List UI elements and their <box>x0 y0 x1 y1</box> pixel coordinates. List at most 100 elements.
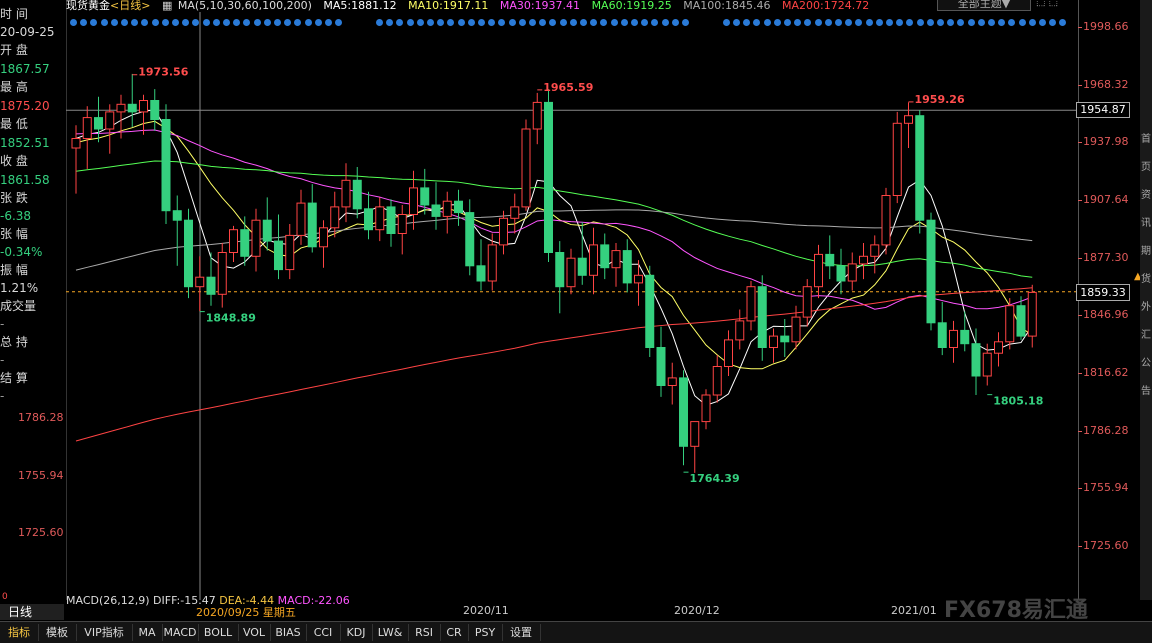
right-strip-item[interactable]: 讯 <box>1140 214 1152 229</box>
period-button-label: 日线 <box>8 605 33 619</box>
candle-body <box>611 250 621 269</box>
candle-body <box>577 257 587 276</box>
y-tick-label: 1816.62 <box>1083 365 1129 379</box>
right-strip-item[interactable]: 页 <box>1140 158 1152 173</box>
indicator-tab[interactable]: CCI <box>306 624 341 641</box>
right-strip-item[interactable]: 资 <box>1140 186 1152 201</box>
candle-body <box>544 101 553 254</box>
candle-body <box>769 335 778 349</box>
indicator-tab[interactable]: 设置 <box>502 624 541 641</box>
y-tick-mark <box>1078 545 1082 547</box>
period-button[interactable]: 日线 <box>0 604 64 620</box>
extreme-label: 1973.56 <box>138 66 188 79</box>
right-strip-item[interactable]: 首 <box>1140 130 1152 145</box>
candle-body <box>150 100 160 120</box>
candle-body <box>397 214 407 234</box>
candle-body <box>701 394 711 423</box>
candle-body <box>375 206 385 231</box>
candle-body <box>960 329 970 345</box>
candle-body <box>802 286 812 318</box>
candle-body <box>172 210 182 221</box>
candle-body <box>566 257 576 288</box>
candle-body <box>994 341 1003 354</box>
candle-body <box>521 128 531 208</box>
candle-body <box>206 276 216 295</box>
candle-body <box>791 316 801 343</box>
indicator-tab[interactable]: 指标 <box>0 624 39 641</box>
candle-body <box>409 187 418 215</box>
candle-body <box>454 200 463 214</box>
right-strip-item[interactable]: 期 <box>1140 242 1152 257</box>
y-tick-mark <box>1078 430 1082 432</box>
y-tick-label: 1907.64 <box>1083 192 1129 206</box>
candle-body <box>746 286 756 322</box>
right-strip-item[interactable]: 公 <box>1140 354 1152 369</box>
candle-body <box>71 138 81 149</box>
candle-body <box>1005 305 1015 343</box>
date-axis: 2020/11 2020/12 2021/01 <box>66 604 1078 618</box>
indicator-tab[interactable]: PSY <box>468 624 503 641</box>
candle-body <box>82 117 92 139</box>
indicator-tab[interactable]: MACD <box>162 624 199 641</box>
right-strip-item[interactable]: 外 <box>1140 298 1152 313</box>
indicator-tabs: 指标 模板 VIP指标 MA MACD BOLL VOL BIAS CCI KDJ LW& RSI CR… <box>0 621 1152 643</box>
extreme-label: 1959.26 <box>915 93 965 106</box>
candle-body <box>532 101 542 130</box>
candle-body <box>274 240 283 271</box>
candle-body <box>735 320 745 341</box>
right-strip-item[interactable]: 汇 <box>1140 326 1152 341</box>
candle-body <box>262 219 272 242</box>
candle-body <box>622 250 632 284</box>
y-tick-label: 1998.66 <box>1083 20 1129 34</box>
indicator-tab[interactable]: BOLL <box>198 624 239 641</box>
indicator-tab[interactable]: RSI <box>408 624 441 641</box>
y-tick-mark <box>1078 199 1082 201</box>
candle-body <box>139 100 148 113</box>
candle-body <box>859 255 868 265</box>
candle-body <box>926 219 936 324</box>
candle-body <box>847 263 857 282</box>
candle-body <box>487 244 497 282</box>
candle-body <box>712 366 722 396</box>
indicator-tab[interactable]: MA <box>132 624 163 641</box>
extreme-label: 1848.89 <box>206 312 256 325</box>
candle-body <box>420 187 430 206</box>
candle-body <box>949 329 958 348</box>
candle-body <box>679 377 688 447</box>
x-tick-label: 2020/12 <box>674 604 720 617</box>
candle-body <box>319 227 328 248</box>
right-side-strip[interactable]: 首页资讯期货外汇公告 <box>1140 0 1152 600</box>
candle-body <box>442 200 452 217</box>
y-tick-mark <box>1078 315 1082 317</box>
y-tick-label: 1786.28 <box>1083 423 1129 437</box>
right-strip-item[interactable]: 告 <box>1140 382 1152 397</box>
candle-body <box>127 103 137 113</box>
candlestick-chart[interactable]: 1973.56 1848.89 1965.59 1764.39 1959.26 1805.… <box>0 0 1078 600</box>
indicator-tab[interactable]: VOL <box>238 624 271 641</box>
indicator-tab[interactable]: CR <box>440 624 469 641</box>
candle-body <box>195 276 205 288</box>
indicator-tab[interactable]: BIAS <box>270 624 307 641</box>
candle-body <box>364 208 373 231</box>
candle-body <box>431 204 441 217</box>
candle-body <box>600 244 610 269</box>
candle-body <box>116 103 126 113</box>
candle-body <box>904 115 913 124</box>
x-tick-label: 2020/11 <box>463 604 509 617</box>
y-tick-label: 1968.32 <box>1083 77 1129 91</box>
extreme-label: 1965.59 <box>543 81 593 94</box>
candle-body <box>825 253 835 267</box>
candle-body <box>352 179 362 210</box>
y-tick-mark <box>1078 27 1082 29</box>
candle-body <box>780 335 790 343</box>
y-tick-label: 1846.96 <box>1083 308 1129 322</box>
indicator-tab[interactable]: LW& <box>372 624 409 641</box>
right-strip-item[interactable]: 货 <box>1140 270 1152 285</box>
indicator-tab[interactable]: VIP指标 <box>76 624 133 641</box>
indicator-tab[interactable]: 模板 <box>38 624 77 641</box>
candle-body <box>1027 291 1037 337</box>
indicator-tab[interactable]: KDJ <box>340 624 373 641</box>
candle-body <box>937 322 947 348</box>
current-price-box: 1859.33 <box>1076 283 1130 301</box>
candle-body <box>386 206 396 234</box>
